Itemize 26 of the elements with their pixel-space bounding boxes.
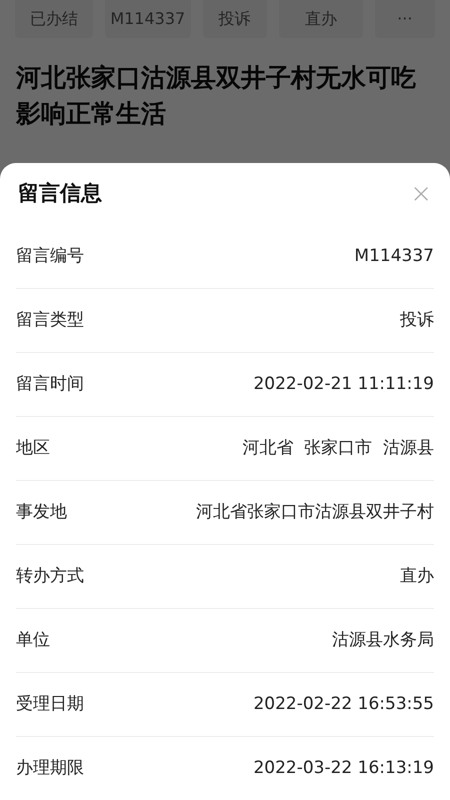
field-value: 投诉: [400, 308, 434, 332]
field-label: 事发地: [16, 500, 67, 524]
field-value: 沽源县水务局: [332, 628, 434, 652]
field-label: 地区: [16, 436, 50, 460]
field-value: 直办: [400, 564, 434, 588]
tag: M114337: [104, 0, 191, 38]
field-value: 2022-02-21 11:11:19: [253, 372, 434, 396]
field-label: 办理期限: [16, 757, 84, 780]
field-value: M114337: [354, 244, 434, 268]
tag: 投诉: [202, 0, 267, 38]
close-button[interactable]: ×: [410, 181, 432, 207]
field-label: 受理日期: [16, 692, 84, 716]
field-label: 留言编号: [16, 244, 84, 268]
tag: 直办: [278, 0, 363, 38]
field-value: 河北省张家口市沽源县双井子村: [196, 500, 434, 524]
sheet-title: 留言信息: [18, 180, 102, 208]
field-value: 河北省 张家口市 沽源县: [242, 436, 434, 460]
more-button[interactable]: ···: [374, 0, 435, 38]
field-value: 2022-03-22 16:13:19: [253, 757, 434, 780]
article-title: 河北张家口沽源县双井子村无水可吃影响正常生活: [14, 62, 417, 130]
field-value: 2022-02-22 16:53:55: [253, 692, 434, 716]
tag: 已办结: [15, 0, 93, 38]
field-label: 留言时间: [16, 372, 84, 396]
field-label: 留言类型: [16, 308, 84, 332]
field-label: 单位: [16, 628, 50, 652]
field-label: 转办方式: [16, 564, 84, 588]
